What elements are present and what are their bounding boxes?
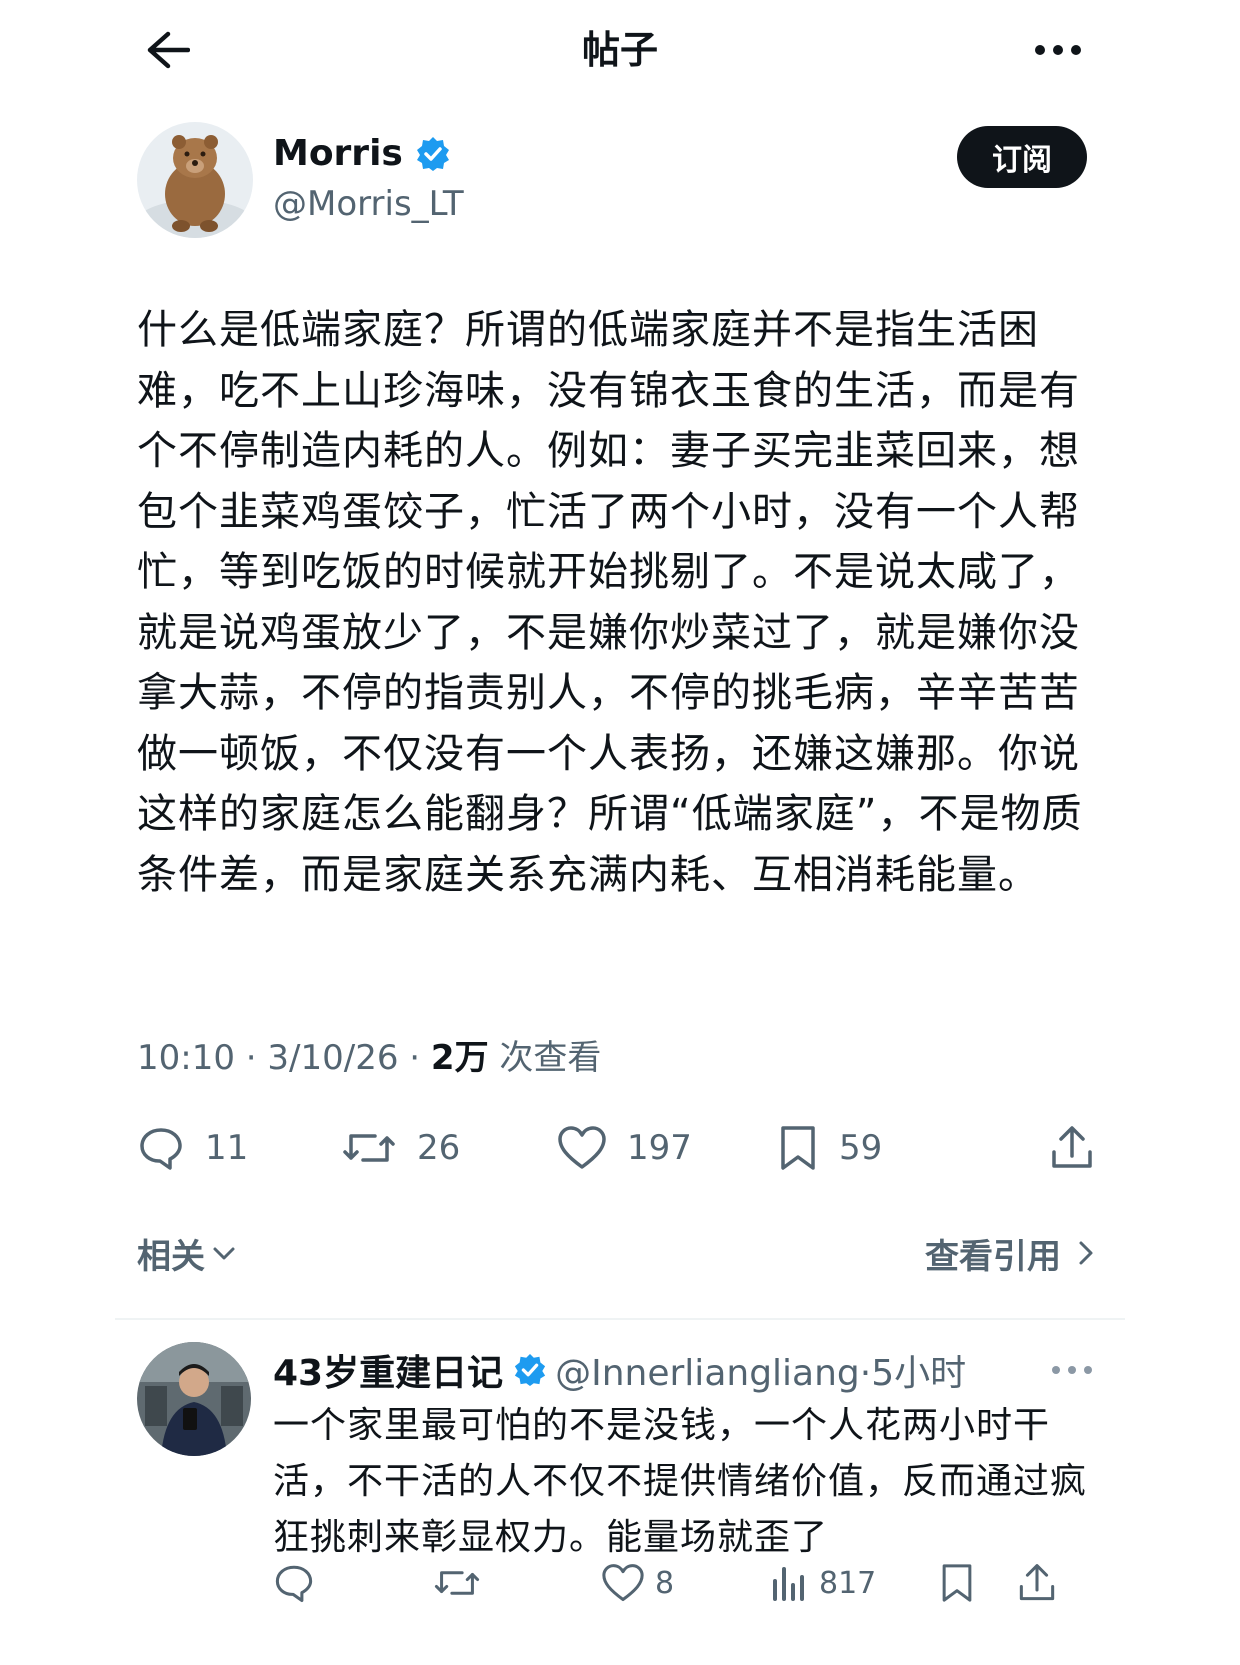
reply-repost-button[interactable] (433, 1555, 491, 1611)
like-count: 197 (627, 1128, 692, 1168)
author-name-row: Morris (273, 132, 451, 176)
reply-icon (140, 1128, 182, 1170)
post-author: Morris @Morris_LT 订阅 (137, 122, 1087, 238)
related-label: 相关 (137, 1236, 205, 1277)
view-quotes-link[interactable]: 查看引用 (925, 1225, 1097, 1281)
share-icon (1019, 1564, 1055, 1601)
heart-icon (602, 1564, 644, 1602)
reply-share-button[interactable] (1017, 1555, 1067, 1611)
bookmark-icon (781, 1126, 815, 1170)
post-meta: 10:10 · 3/10/26 · 2万 次查看 (137, 1035, 601, 1081)
reply-count: 11 (205, 1128, 249, 1168)
post-timestamp: 10:10 · 3/10/26 · (137, 1038, 431, 1078)
reply-like-button[interactable]: 8 (601, 1555, 674, 1611)
repost-icon (343, 1134, 395, 1162)
avatar[interactable] (137, 122, 253, 238)
reply-post[interactable]: 43岁重建日记 @Innerliangliang·5小时 一个家里最可怕的不是没… (137, 1342, 1097, 1642)
author-handle[interactable]: @Morris_LT (273, 182, 464, 226)
chevron-down-icon (213, 1247, 235, 1260)
reply-text: 一个家里最可怕的不是没钱，一个人花两小时干活，不干活的人不仅不提供情绪价值，反而… (273, 1405, 1088, 1558)
reply-icon (275, 1565, 313, 1603)
reply-button[interactable]: 11 (137, 1118, 248, 1178)
share-icon (1052, 1126, 1092, 1168)
related-row: 相关 查看引用 (137, 1225, 1097, 1281)
verified-badge-icon (514, 1353, 546, 1387)
divider (115, 1318, 1125, 1320)
repost-count: 26 (417, 1128, 461, 1168)
view-quotes-label: 查看引用 (925, 1236, 1061, 1277)
view-count: 2万 (430, 1038, 489, 1078)
heart-icon (558, 1126, 606, 1169)
reply-more-options-icon[interactable] (1047, 1358, 1097, 1382)
reply-action-bar: 8 817 (273, 1555, 1103, 1611)
author-name[interactable]: Morris (273, 132, 403, 176)
reply-header: 43岁重建日记 @Innerliangliang·5小时 (273, 1342, 966, 1398)
bookmark-icon (942, 1564, 972, 1602)
analytics-icon (773, 1567, 804, 1601)
top-bar: 帖子 (0, 0, 1240, 100)
subscribe-button[interactable]: 订阅 (957, 126, 1087, 188)
more-options-icon[interactable] (1028, 22, 1088, 78)
bookmark-count: 59 (839, 1128, 883, 1168)
reply-view-count: 817 (819, 1565, 877, 1601)
verified-badge-icon (416, 137, 449, 171)
reply-author-handle[interactable]: @Innerliangliang·5小时 (555, 1344, 966, 1396)
chevron-right-icon (1079, 1241, 1093, 1265)
bookmark-button[interactable]: 59 (777, 1118, 882, 1178)
reply-like-count: 8 (655, 1565, 675, 1601)
related-dropdown[interactable]: 相关 (137, 1225, 237, 1281)
like-button[interactable]: 197 (557, 1118, 692, 1178)
post-action-bar: 11 26 197 59 (137, 1118, 1097, 1178)
post-text: 什么是低端家庭？所谓的低端家庭并不是指生活困难，吃不上山珍海味，没有锦衣玉食的生… (137, 307, 1083, 898)
repost-button[interactable]: 26 (341, 1118, 460, 1178)
reply-bookmark-button[interactable] (939, 1555, 985, 1611)
repost-icon (434, 1571, 480, 1595)
reply-avatar[interactable] (137, 1342, 251, 1456)
reply-author-name[interactable]: 43岁重建日记 (273, 1344, 503, 1396)
view-label: 次查看 (488, 1038, 602, 1078)
reply-reply-button[interactable] (273, 1555, 325, 1611)
share-button[interactable] (1049, 1118, 1115, 1178)
reply-views-button[interactable]: 817 (769, 1555, 876, 1611)
